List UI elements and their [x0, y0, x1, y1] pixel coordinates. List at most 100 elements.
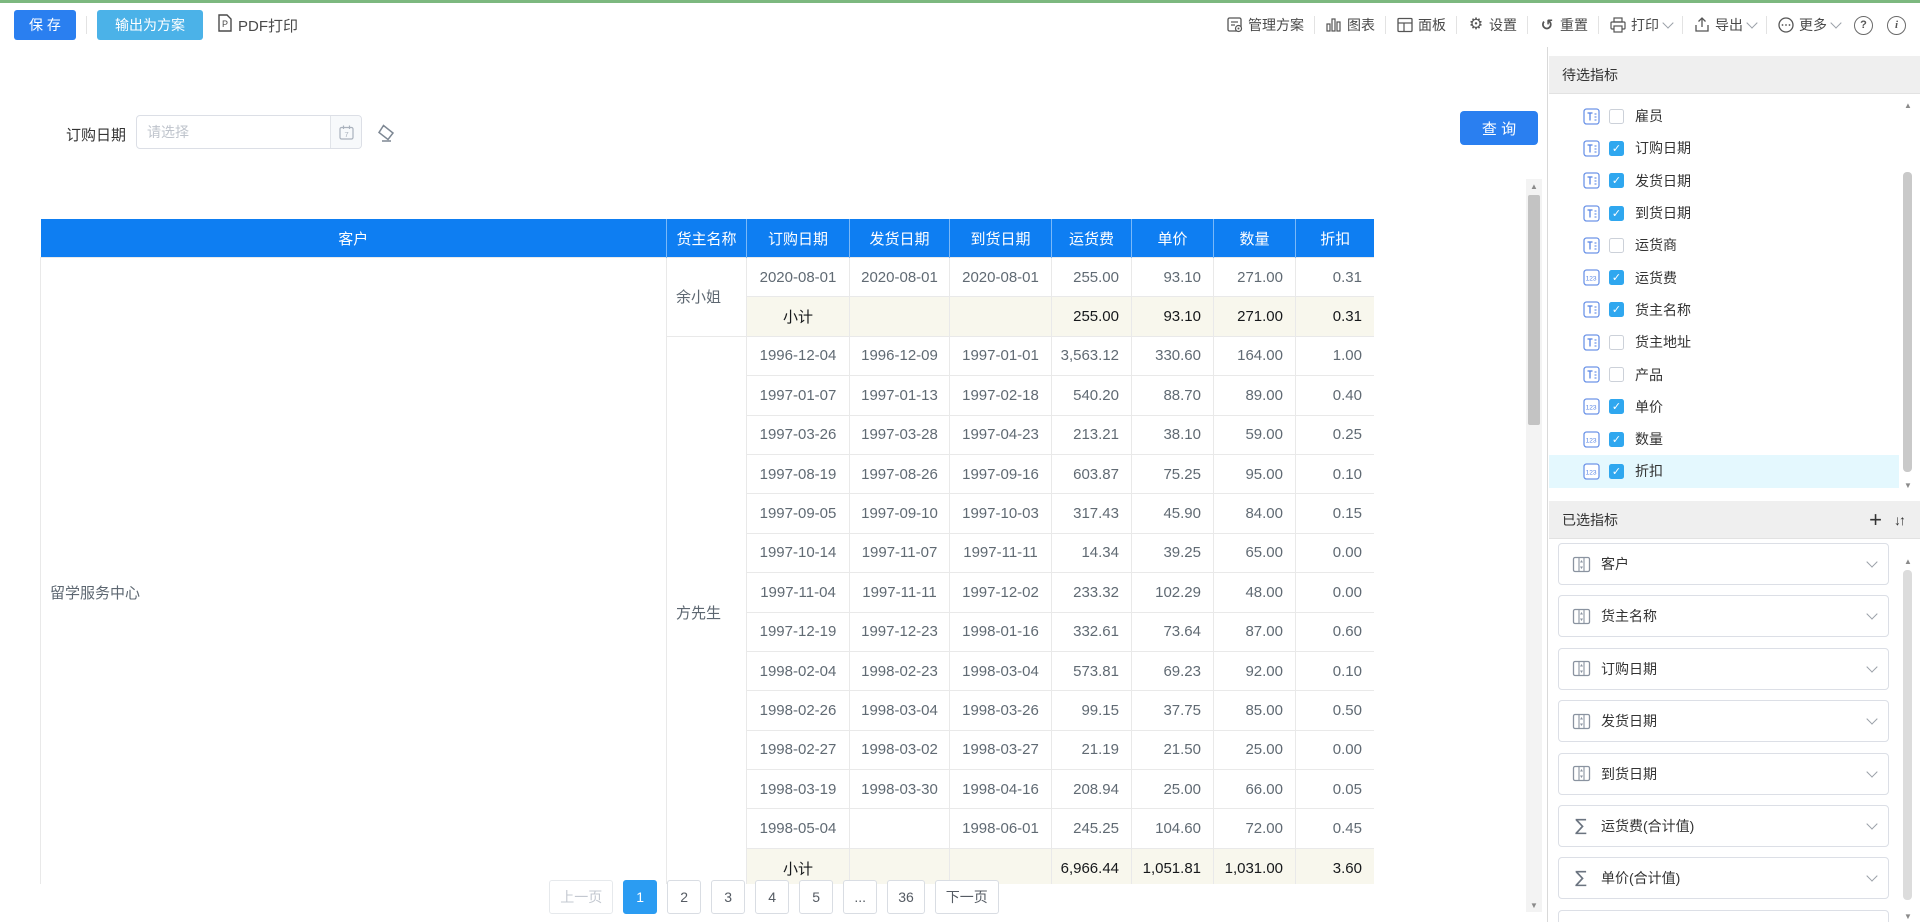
- scrollbar-thumb[interactable]: [1903, 570, 1912, 900]
- page-button-3[interactable]: 3: [711, 880, 745, 914]
- indicator-checkbox[interactable]: ✓: [1609, 464, 1624, 479]
- page-button-1[interactable]: 1: [623, 880, 657, 914]
- table-cell: 1998-03-26: [950, 691, 1052, 730]
- indicator-checkbox[interactable]: ✓: [1609, 302, 1624, 317]
- save-button[interactable]: 保 存: [14, 10, 76, 40]
- more-button[interactable]: 更多: [1777, 15, 1840, 35]
- export-button[interactable]: 导出: [1693, 15, 1756, 35]
- calendar-icon[interactable]: 7: [330, 116, 361, 148]
- chevron-down-icon[interactable]: [1866, 609, 1877, 620]
- indicator-checkbox[interactable]: [1609, 367, 1624, 382]
- indicator-label: 发货日期: [1635, 171, 1691, 191]
- pending-indicator-item[interactable]: 123✓数量: [1549, 423, 1897, 455]
- indicator-checkbox[interactable]: [1609, 109, 1624, 124]
- chevron-down-icon[interactable]: [1866, 766, 1877, 777]
- pending-indicator-item[interactable]: 123✓单价: [1549, 391, 1897, 423]
- add-indicator-icon[interactable]: +: [1869, 509, 1882, 531]
- chevron-down-icon[interactable]: [1866, 661, 1877, 672]
- scroll-up-arrow-icon[interactable]: ▲: [1902, 556, 1914, 566]
- pending-indicator-item[interactable]: 产品: [1549, 358, 1897, 390]
- selected-indicator-card[interactable]: ∑运货费(合计值): [1558, 805, 1889, 847]
- scrollbar-thumb[interactable]: [1528, 195, 1540, 425]
- reset-button[interactable]: ↺重置: [1538, 15, 1588, 35]
- table-cell: 1997-11-11: [950, 533, 1052, 572]
- data-table: 客户货主名称订购日期发货日期到货日期运货费单价数量折扣留学服务中心余小姐2020…: [40, 219, 1374, 884]
- pending-indicator-item[interactable]: ✓ 发货日期: [1549, 165, 1897, 197]
- date-input-placeholder: 请选择: [137, 122, 330, 142]
- text-field-icon: [1583, 366, 1600, 383]
- selected-indicator-label: 单价(合计值): [1601, 868, 1680, 888]
- table-row[interactable]: 留学服务中心余小姐2020-08-012020-08-012020-08-012…: [41, 258, 1375, 297]
- indicator-checkbox[interactable]: ✓: [1609, 141, 1624, 156]
- chevron-down-icon[interactable]: [1866, 871, 1877, 882]
- selected-list-scrollbar[interactable]: ▲ ▼: [1902, 556, 1914, 921]
- scroll-up-arrow-icon[interactable]: ▲: [1526, 179, 1542, 193]
- table-cell: 1998-01-16: [950, 612, 1052, 651]
- sort-indicators-icon[interactable]: ↓↑: [1894, 512, 1904, 528]
- indicator-checkbox[interactable]: ✓: [1609, 399, 1624, 414]
- scrollbar-thumb[interactable]: [1903, 172, 1912, 472]
- manage-plan-button[interactable]: 管理方案: [1226, 15, 1304, 35]
- clear-filter-icon[interactable]: [374, 121, 398, 150]
- content-vertical-scrollbar[interactable]: ▲ ▼: [1526, 179, 1542, 912]
- indicator-label: 雇员: [1635, 106, 1663, 126]
- selected-indicator-card[interactable]: 货主名称: [1558, 595, 1889, 637]
- output-plan-button[interactable]: 输出为方案: [97, 10, 203, 40]
- page-button-5[interactable]: 5: [799, 880, 833, 914]
- indicator-checkbox[interactable]: ✓: [1609, 206, 1624, 221]
- pending-indicator-item[interactable]: 雇员: [1549, 100, 1897, 132]
- page-button-36[interactable]: 36: [887, 880, 925, 914]
- chevron-down-icon[interactable]: [1866, 818, 1877, 829]
- prev-page-button[interactable]: 上一页: [549, 880, 613, 914]
- pending-indicator-item[interactable]: ✓到货日期: [1549, 197, 1897, 229]
- indicator-label: 运货费: [1635, 268, 1677, 288]
- page-ellipsis[interactable]: ...: [843, 880, 877, 914]
- selected-indicator-card-partial[interactable]: [1558, 910, 1889, 922]
- dimension-icon: [1571, 764, 1591, 783]
- column-header: 货主名称: [667, 219, 747, 258]
- next-page-button[interactable]: 下一页: [935, 880, 999, 914]
- selected-indicator-card[interactable]: 到货日期: [1558, 753, 1889, 795]
- pending-indicator-item[interactable]: 运货商: [1549, 229, 1897, 261]
- scroll-up-arrow-icon[interactable]: ▲: [1902, 100, 1914, 110]
- chevron-down-icon[interactable]: [1866, 714, 1877, 725]
- table-cell: 92.00: [1214, 651, 1296, 690]
- pdf-print-button[interactable]: P PDF打印: [217, 14, 298, 36]
- column-header: 单价: [1132, 219, 1214, 258]
- indicator-checkbox[interactable]: ✓: [1609, 270, 1624, 285]
- scroll-down-arrow-icon[interactable]: ▼: [1902, 911, 1914, 921]
- selected-indicator-card[interactable]: 客户: [1558, 543, 1889, 585]
- selected-indicator-card[interactable]: ∑单价(合计值): [1558, 857, 1889, 899]
- number-field-icon: 123: [1583, 269, 1600, 286]
- indicator-checkbox[interactable]: [1609, 335, 1624, 350]
- panel-button[interactable]: 面板: [1396, 15, 1446, 35]
- table-cell: 1997-01-13: [850, 376, 950, 415]
- pending-indicator-item[interactable]: 123 ✓ 运货费: [1549, 262, 1897, 294]
- table-cell: 1997-08-26: [850, 454, 950, 493]
- indicator-checkbox[interactable]: ✓: [1609, 173, 1624, 188]
- page-button-4[interactable]: 4: [755, 880, 789, 914]
- pending-indicator-item[interactable]: 123✓折扣: [1549, 455, 1899, 487]
- page-button-2[interactable]: 2: [667, 880, 701, 914]
- pending-indicator-item[interactable]: ✓订购日期: [1549, 132, 1897, 164]
- help-icon[interactable]: ?: [1854, 16, 1873, 35]
- query-button[interactable]: 查 询: [1460, 111, 1538, 145]
- pending-indicator-item[interactable]: ✓货主名称: [1549, 294, 1897, 326]
- selected-indicator-card[interactable]: 订购日期: [1558, 648, 1889, 690]
- toolbar-divider: [1598, 16, 1599, 34]
- text-field-icon: [1583, 172, 1600, 189]
- table-cell: 1997-12-02: [950, 573, 1052, 612]
- print-button[interactable]: 打印: [1609, 15, 1672, 35]
- scroll-down-arrow-icon[interactable]: ▼: [1902, 480, 1914, 490]
- info-icon[interactable]: i: [1887, 16, 1906, 35]
- indicator-checkbox[interactable]: ✓: [1609, 432, 1624, 447]
- chevron-down-icon[interactable]: [1866, 556, 1877, 567]
- pending-list-scrollbar[interactable]: ▲ ▼: [1902, 100, 1914, 490]
- indicator-checkbox[interactable]: [1609, 238, 1624, 253]
- settings-button[interactable]: ⚙设置: [1467, 15, 1517, 35]
- pending-indicator-item[interactable]: 货主地址: [1549, 326, 1897, 358]
- order-date-input[interactable]: 请选择 7: [136, 115, 362, 149]
- chart-button[interactable]: 图表: [1325, 15, 1375, 35]
- table-cell: 1996-12-04: [747, 336, 850, 375]
- selected-indicator-card[interactable]: 发货日期: [1558, 700, 1889, 742]
